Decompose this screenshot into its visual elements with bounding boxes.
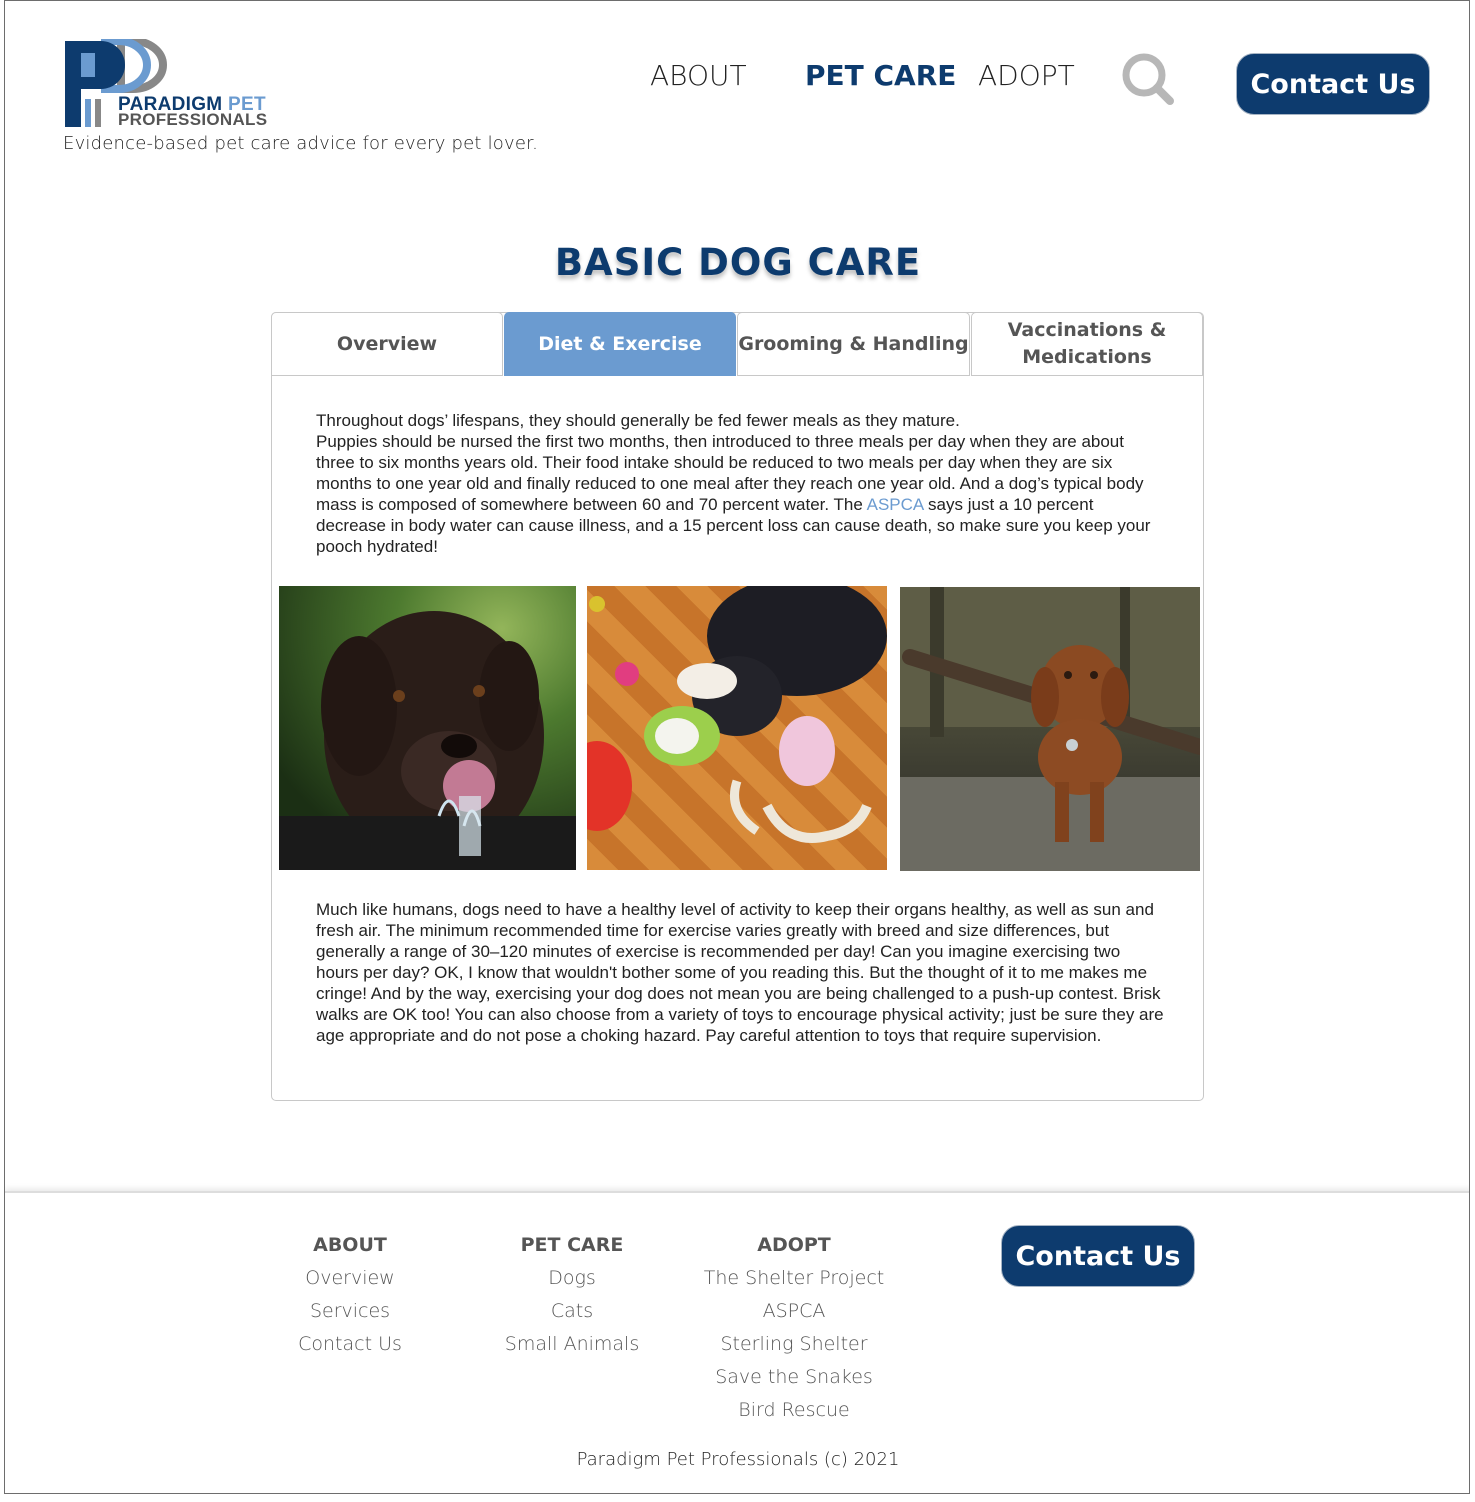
tab-vaccinations-label: Vaccinations & Medications — [1007, 319, 1167, 368]
tab-bar: Overview Diet & Exercise Grooming & Hand… — [271, 312, 1204, 376]
footer-link-bird-rescue[interactable]: Bird Rescue — [684, 1398, 904, 1431]
search-icon[interactable] — [1120, 53, 1176, 105]
site-footer: ABOUT Overview Services Contact Us PET C… — [5, 1191, 1469, 1493]
footer-column-adopt: ADOPT The Shelter Project ASPCA Sterling… — [684, 1233, 904, 1431]
footer-link-dogs[interactable]: Dogs — [462, 1266, 682, 1299]
aspca-link[interactable]: ASPCA — [867, 495, 924, 514]
site-logo[interactable]: PARADIGM PET PROFESSIONALS — [63, 39, 293, 131]
footer-link-aspca[interactable]: ASPCA — [684, 1299, 904, 1332]
contact-us-button[interactable]: Contact Us — [1236, 53, 1430, 115]
diet-paragraph: Throughout dogs’ lifespans, they should … — [316, 410, 1166, 557]
diet-intro-line: Throughout dogs’ lifespans, they should … — [316, 411, 960, 430]
footer-heading-adopt[interactable]: ADOPT — [684, 1233, 904, 1266]
footer-link-overview[interactable]: Overview — [240, 1266, 460, 1299]
nav-pet-care[interactable]: PET CARE — [805, 59, 956, 92]
footer-link-services[interactable]: Services — [240, 1299, 460, 1332]
footer-link-cats[interactable]: Cats — [462, 1299, 682, 1332]
dog-with-stick-photo — [900, 587, 1200, 871]
footer-link-save-the-snakes[interactable]: Save the Snakes — [684, 1365, 904, 1398]
nav-adopt[interactable]: ADOPT — [978, 59, 1075, 92]
footer-heading-pet-care[interactable]: PET CARE — [462, 1233, 682, 1266]
dog-with-toys-photo — [587, 586, 887, 870]
footer-link-shelter-project[interactable]: The Shelter Project — [684, 1266, 904, 1299]
footer-column-pet-care: PET CARE Dogs Cats Small Animals — [462, 1233, 682, 1365]
dog-drinking-photo — [279, 586, 576, 870]
footer-link-contact-us[interactable]: Contact Us — [240, 1332, 460, 1365]
tab-panel: Overview Diet & Exercise Grooming & Hand… — [271, 312, 1204, 1101]
nav-about[interactable]: ABOUT — [650, 59, 747, 92]
site-tagline: Evidence-based pet care advice for every… — [63, 133, 539, 154]
footer-heading-about[interactable]: ABOUT — [240, 1233, 460, 1266]
tab-diet-exercise[interactable]: Diet & Exercise — [504, 312, 736, 376]
footer-link-small-animals[interactable]: Small Animals — [462, 1332, 682, 1365]
page-frame: PARADIGM PET PROFESSIONALS Evidence-base… — [4, 0, 1470, 1494]
logo-wordmark-line2: PROFESSIONALS — [118, 110, 268, 129]
footer-column-about: ABOUT Overview Services Contact Us — [240, 1233, 460, 1365]
exercise-paragraph: Much like humans, dogs need to have a he… — [316, 900, 1164, 1045]
footer-contact-us-button[interactable]: Contact Us — [1001, 1225, 1195, 1287]
page-title: BASIC DOG CARE — [554, 241, 922, 284]
tab-overview[interactable]: Overview — [271, 312, 503, 376]
tab-grooming-handling[interactable]: Grooming & Handling — [737, 312, 970, 376]
footer-link-sterling-shelter[interactable]: Sterling Shelter — [684, 1332, 904, 1365]
copyright-text: Paradigm Pet Professionals (c) 2021 — [576, 1449, 900, 1470]
tab-vaccinations-medications[interactable]: Vaccinations & Medications — [971, 312, 1203, 376]
